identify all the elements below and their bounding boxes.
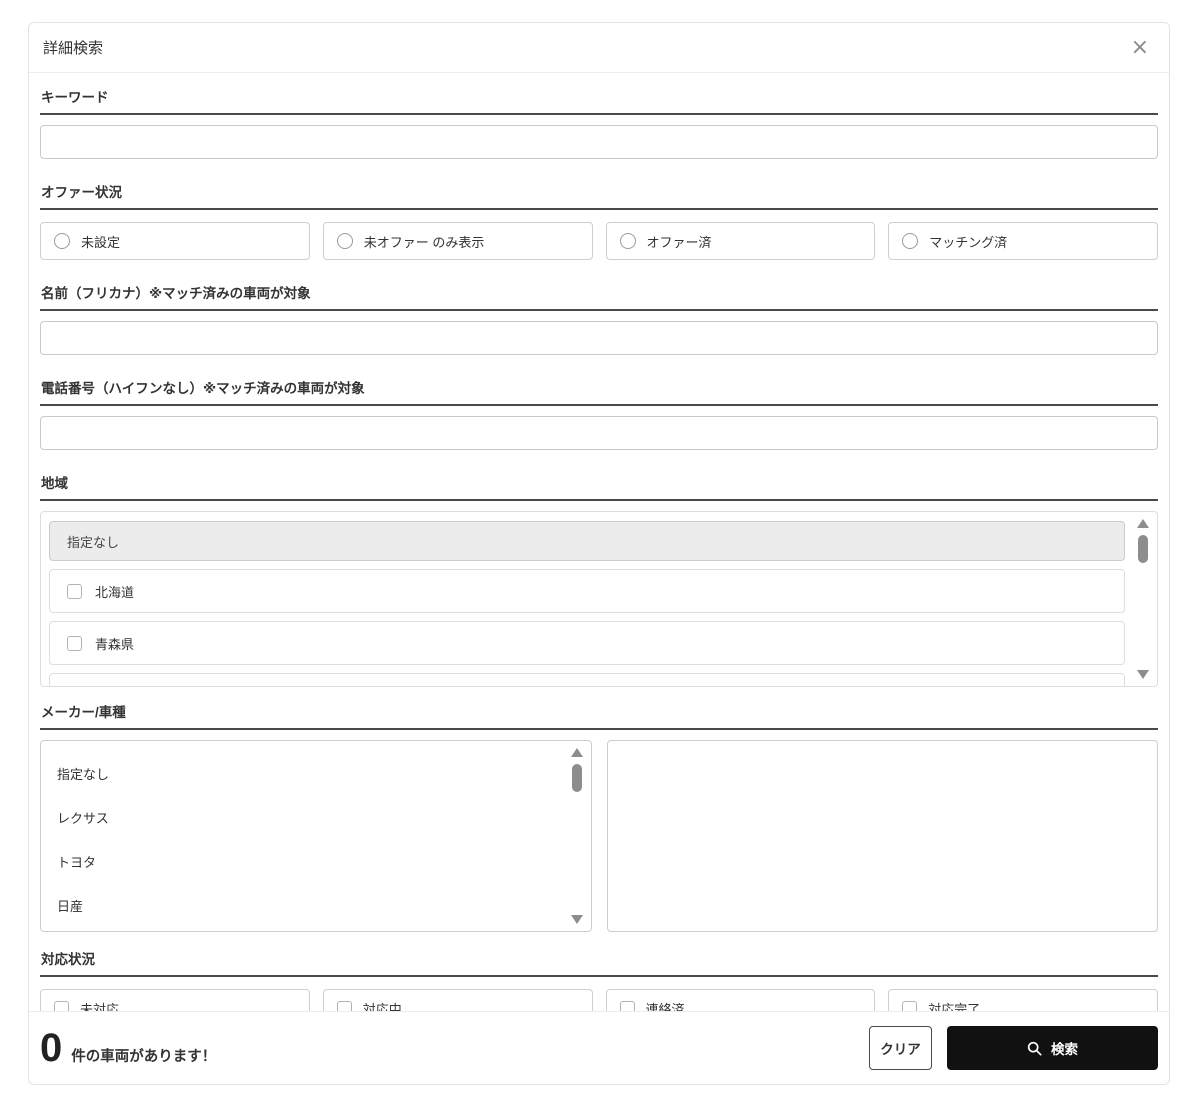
phone-label: 電話番号（ハイフンなし）※マッチ済みの車両が対象 — [40, 377, 1158, 406]
region-option-label: 指定なし — [67, 534, 120, 550]
scroll-up-icon[interactable] — [1137, 519, 1149, 528]
scroll-down-icon[interactable] — [570, 915, 583, 924]
phone-input[interactable] — [40, 416, 1158, 450]
car-type-listbox — [606, 740, 1158, 932]
modal-footer: 0 件の車両があります！ クリア 検索 — [29, 1011, 1169, 1084]
checkbox-icon[interactable] — [67, 635, 82, 651]
maker-label: メーカー/車種 — [40, 701, 1158, 730]
maker-section: 指定なし レクサス トヨタ 日産 — [40, 740, 1158, 932]
keyword-input[interactable] — [40, 125, 1158, 159]
search-button-label: 検索 — [1051, 1042, 1078, 1057]
region-label: 地域 — [40, 472, 1158, 501]
checkbox-icon[interactable] — [67, 583, 82, 599]
maker-listbox: 指定なし レクサス トヨタ 日産 — [40, 740, 592, 932]
maker-option-label: 指定なし — [57, 766, 110, 782]
modal-body: キーワード オファー状況 未設定 未オファー のみ表示 オファー済 マッチング済 — [29, 86, 1169, 1027]
radio-option-label: オファー済 — [646, 234, 712, 250]
region-option-none[interactable]: 指定なし — [49, 521, 1125, 561]
region-option-iwate[interactable]: 岩手県 — [49, 673, 1125, 687]
radio-option-matched[interactable]: マッチング済 — [888, 222, 1158, 260]
region-option-label: 北海道 — [95, 584, 135, 600]
region-option-aomori[interactable]: 青森県 — [49, 621, 1125, 665]
radio-option-label: 未オファー のみ表示 — [363, 234, 485, 250]
maker-option-lexus[interactable]: レクサス — [55, 795, 557, 839]
radio-option-label: 未設定 — [81, 234, 121, 250]
radio-icon[interactable] — [54, 233, 70, 249]
maker-option-label: レクサス — [57, 810, 109, 826]
maker-option-label: トヨタ — [57, 854, 97, 870]
radio-icon[interactable] — [619, 233, 636, 249]
modal-header: 詳細検索 × — [29, 23, 1169, 73]
scroll-down-icon[interactable] — [1137, 670, 1149, 679]
result-count: 0 — [40, 1026, 62, 1070]
maker-option-label: 日産 — [57, 898, 84, 914]
search-button[interactable]: 検索 — [947, 1026, 1158, 1070]
radio-option-not-offered[interactable]: 未オファー のみ表示 — [322, 222, 593, 260]
offer-status-label: オファー状況 — [40, 181, 1158, 210]
result-count-text: 件の車両があります！ — [71, 1048, 217, 1065]
close-icon[interactable]: × — [1125, 35, 1155, 61]
radio-icon[interactable] — [336, 233, 353, 249]
region-option-label: 青森県 — [95, 636, 135, 652]
region-scrollbar[interactable] — [1136, 519, 1150, 679]
keyword-label: キーワード — [40, 86, 1158, 115]
maker-option-nissan[interactable]: 日産 — [55, 883, 557, 927]
maker-scrollbar[interactable] — [570, 748, 584, 924]
radio-option-label: マッチング済 — [929, 234, 1008, 250]
maker-option-toyota[interactable]: トヨタ — [55, 839, 557, 883]
region-option-label: 岩手県 — [95, 686, 134, 687]
response-status-label: 対応状況 — [40, 948, 1158, 977]
region-list: 指定なし 北海道 青森県 岩手県 — [40, 511, 1158, 687]
offer-status-options: 未設定 未オファー のみ表示 オファー済 マッチング済 — [40, 222, 1158, 260]
maker-option-none[interactable]: 指定なし — [55, 751, 557, 795]
radio-option-unset[interactable]: 未設定 — [40, 222, 310, 260]
radio-icon[interactable] — [902, 233, 919, 249]
name-input[interactable] — [40, 321, 1158, 355]
advanced-search-modal: 詳細検索 × キーワード オファー状況 未設定 未オファー のみ表示 オファー済… — [28, 22, 1170, 1085]
radio-option-offered[interactable]: オファー済 — [605, 222, 876, 260]
modal-title: 詳細検索 — [43, 40, 104, 57]
region-option-hokkaido[interactable]: 北海道 — [49, 569, 1125, 613]
name-label: 名前（フリカナ）※マッチ済みの車両が対象 — [40, 282, 1158, 311]
search-icon — [1027, 1041, 1042, 1056]
clear-button[interactable]: クリア — [869, 1026, 932, 1070]
scroll-up-icon[interactable] — [570, 748, 583, 757]
scrollbar-thumb[interactable] — [1138, 535, 1148, 563]
scrollbar-thumb[interactable] — [571, 764, 582, 792]
